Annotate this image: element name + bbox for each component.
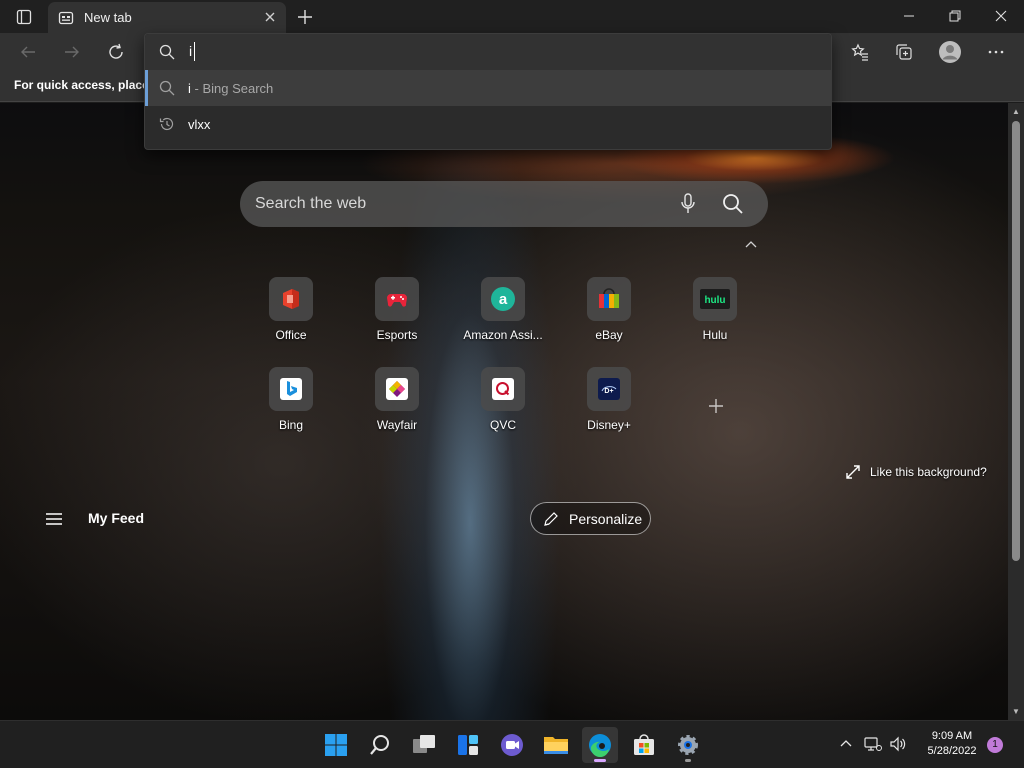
add-site-icon[interactable]: [706, 396, 726, 416]
office-icon: [269, 277, 313, 321]
title-bar: New tab: [0, 0, 1024, 33]
scroll-down-arrow-icon[interactable]: ▼: [1012, 707, 1020, 716]
gamepad-icon: [375, 277, 419, 321]
feed-bar: My Feed Personalize: [0, 493, 1008, 541]
profile-avatar[interactable]: [938, 40, 962, 64]
tab-actions-icon[interactable]: [10, 6, 38, 28]
notification-badge[interactable]: 1: [987, 737, 1003, 753]
quick-link-tile[interactable]: Wayfair: [352, 367, 442, 447]
new-tab-page-icon: [58, 10, 74, 26]
forward-button[interactable]: [60, 40, 84, 64]
scroll-up-arrow-icon[interactable]: ▲: [1012, 107, 1020, 116]
svg-text:a: a: [499, 291, 508, 308]
close-window-button[interactable]: [978, 0, 1024, 32]
network-icon[interactable]: [864, 735, 882, 753]
address-bar[interactable]: i: [145, 34, 831, 70]
tile-label: Esports: [376, 328, 418, 342]
file-explorer-icon[interactable]: [538, 727, 574, 763]
tile-label: Bing: [278, 418, 304, 432]
quick-link-tile[interactable]: QVC: [458, 367, 548, 447]
microsoft-store-icon[interactable]: [626, 727, 662, 763]
back-button[interactable]: [16, 40, 40, 64]
suggestion-text: vlxx: [188, 116, 211, 132]
svg-text:hulu: hulu: [704, 295, 725, 306]
personalize-label: Personalize: [569, 510, 643, 527]
svg-text:D+: D+: [604, 388, 613, 395]
restore-button[interactable]: [932, 0, 978, 32]
hulu-icon: hulu: [693, 277, 737, 321]
tile-label: eBay: [595, 328, 623, 342]
feed-title[interactable]: My Feed: [88, 510, 144, 526]
menu-icon[interactable]: [46, 513, 62, 525]
tab-title: New tab: [84, 10, 132, 25]
tab-new-tab[interactable]: New tab: [48, 2, 286, 33]
pencil-icon: [543, 511, 559, 527]
ebay-bag-icon: [587, 277, 631, 321]
tile-label: Hulu: [702, 328, 728, 342]
page-scrollbar[interactable]: ▲ ▼: [1008, 103, 1024, 720]
favorites-icon[interactable]: [848, 40, 872, 64]
search-icon[interactable]: [722, 193, 744, 215]
clock-time: 9:09 AM: [931, 730, 973, 742]
like-background-label: Like this background?: [870, 465, 987, 479]
tile-label: Wayfair: [376, 418, 418, 432]
address-bar-dropdown: i i - Bing Search vlxx: [144, 33, 832, 150]
quick-link-tile[interactable]: a Amazon Assi...: [458, 277, 548, 357]
quick-link-tile[interactable]: eBay: [564, 277, 654, 357]
disney-plus-icon: D+: [587, 367, 631, 411]
address-input[interactable]: i: [189, 43, 192, 59]
clock-date: 5/28/2022: [927, 745, 977, 757]
scrollbar-thumb[interactable]: [1012, 121, 1020, 561]
search-placeholder[interactable]: Search the web: [255, 195, 366, 213]
quick-link-tile[interactable]: Esports: [352, 277, 442, 357]
refresh-button[interactable]: [104, 40, 128, 64]
widgets-icon[interactable]: [450, 727, 486, 763]
favorites-bar-hint: For quick access, place y: [14, 78, 159, 92]
quick-link-tile[interactable]: Office: [246, 277, 336, 357]
system-clock[interactable]: 9:09 AM 5/28/2022: [918, 729, 986, 759]
edge-browser-icon[interactable]: [582, 727, 618, 763]
start-button[interactable]: [318, 727, 354, 763]
tile-label: Disney+: [587, 418, 631, 432]
history-icon: [159, 116, 175, 132]
new-tab-button[interactable]: [294, 6, 316, 28]
tile-label: Office: [275, 328, 307, 342]
minimize-button[interactable]: [886, 0, 932, 32]
task-view-icon[interactable]: [406, 727, 442, 763]
chat-icon[interactable]: [494, 727, 530, 763]
bing-icon: [269, 367, 313, 411]
expand-icon: [846, 465, 860, 479]
more-menu-icon[interactable]: [984, 40, 1008, 64]
tile-label: QVC: [489, 418, 516, 432]
quick-link-tile[interactable]: Bing: [246, 367, 336, 447]
taskbar-search-icon[interactable]: [362, 727, 398, 763]
settings-gear-icon[interactable]: [670, 727, 706, 763]
taskbar: 9:09 AM 5/28/2022 1: [0, 720, 1024, 768]
volume-icon[interactable]: [889, 735, 907, 753]
running-app-indicator: [685, 759, 691, 762]
show-hidden-icons-chevron-icon[interactable]: [837, 735, 855, 753]
active-app-indicator: [594, 759, 606, 762]
search-icon: [159, 44, 175, 60]
search-icon: [159, 80, 175, 96]
microphone-icon[interactable]: [680, 193, 696, 215]
chevron-up-icon[interactable]: [743, 237, 759, 253]
web-search-box[interactable]: Search the web: [240, 181, 768, 227]
suggestion-item[interactable]: i - Bing Search: [145, 70, 831, 106]
collections-icon[interactable]: [892, 40, 916, 64]
quick-link-tile[interactable]: hulu Hulu: [670, 277, 760, 357]
qvc-icon: [481, 367, 525, 411]
text-caret: [194, 42, 195, 61]
wayfair-icon: [375, 367, 419, 411]
new-tab-page: Search the web Office Esports a Amazon A…: [0, 103, 1008, 720]
close-tab-icon[interactable]: [262, 9, 278, 25]
suggestion-subtext: - Bing Search: [190, 80, 274, 96]
like-background-button[interactable]: Like this background?: [846, 465, 987, 479]
suggestion-item[interactable]: vlxx: [145, 106, 831, 142]
amazon-assistant-icon: a: [481, 277, 525, 321]
personalize-button[interactable]: Personalize: [530, 502, 651, 535]
tile-label: Amazon Assi...: [463, 328, 543, 342]
quick-link-tile[interactable]: D+ Disney+: [564, 367, 654, 447]
